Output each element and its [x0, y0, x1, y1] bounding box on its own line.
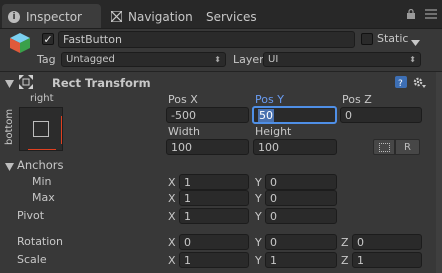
rect-transform-title: Rect Transform: [52, 76, 151, 90]
rect-transform-icon: [18, 74, 34, 90]
tab-navigation-label: Navigation: [128, 9, 193, 24]
anchor-min-x-label: X: [168, 176, 176, 189]
scale-y-field[interactable]: 1: [265, 252, 337, 268]
anchor-max-y-label: Y: [255, 192, 262, 205]
scale-x-field[interactable]: 1: [179, 252, 249, 268]
anchor-preset-bottom-line: [28, 149, 56, 150]
tag-label: Tag: [37, 53, 56, 66]
blueprint-icon: [378, 142, 390, 152]
layer-dropdown[interactable]: UI ⬍: [263, 52, 421, 67]
anchor-preset-rect-icon: [33, 121, 49, 137]
tab-menu-icon[interactable]: [425, 9, 437, 22]
pivot-x-field[interactable]: 1: [179, 208, 249, 224]
tab-services-label: Services: [206, 9, 257, 24]
height-field[interactable]: 100: [253, 139, 337, 155]
active-checkbox[interactable]: ✓: [42, 33, 54, 45]
help-book-icon[interactable]: ?: [395, 76, 407, 89]
tab-bar-divider: [0, 28, 442, 29]
scale-y-label: Y: [255, 254, 262, 267]
gameobject-name-field[interactable]: FastButton: [58, 31, 355, 48]
pos-y-label: Pos Y: [255, 93, 284, 106]
rect-transform-foldout-icon[interactable]: [5, 78, 14, 91]
rotation-x-label: X: [168, 236, 176, 249]
tag-value: Untagged: [66, 54, 115, 65]
pos-y-field[interactable]: 50: [252, 106, 337, 124]
info-icon: i: [8, 10, 20, 23]
navigation-icon: [110, 10, 123, 23]
anchor-preset-top-label: right: [30, 93, 54, 104]
tab-navigation[interactable]: Navigation: [105, 4, 200, 29]
anchors-foldout-icon[interactable]: [5, 161, 14, 174]
scrollbar[interactable]: [436, 72, 442, 273]
width-label: Width: [168, 125, 200, 138]
anchor-min-y-field[interactable]: 0: [265, 174, 337, 190]
tab-services[interactable]: Services: [200, 4, 260, 29]
pivot-label: Pivot: [17, 209, 45, 222]
rotation-x-field[interactable]: 0: [179, 234, 249, 250]
pos-x-field[interactable]: -500: [166, 107, 249, 123]
anchor-max-x-field[interactable]: 1: [179, 190, 249, 206]
anchor-min-y-label: Y: [255, 176, 262, 189]
tag-dropdown[interactable]: Untagged ⬍: [61, 52, 226, 67]
anchor-min-x-field[interactable]: 1: [179, 174, 249, 190]
tag-dropdown-arrow-icon: ⬍: [214, 55, 221, 64]
layer-value: UI: [268, 54, 279, 65]
pivot-x-label: X: [168, 210, 176, 223]
pos-y-value: 50: [258, 108, 274, 122]
scale-z-field[interactable]: 1: [352, 252, 422, 268]
anchor-min-label: Min: [32, 175, 52, 188]
width-field[interactable]: 100: [166, 139, 249, 155]
anchor-max-y-field[interactable]: 0: [265, 190, 337, 206]
gameobject-cube-icon: [8, 31, 32, 55]
pos-x-label: Pos X: [168, 93, 198, 106]
layer-label: Layer: [233, 53, 264, 66]
height-label: Height: [255, 125, 292, 138]
blueprint-mode-button[interactable]: [373, 139, 395, 155]
tab-inspector[interactable]: i Inspector: [2, 4, 101, 29]
component-settings-gear-icon[interactable]: [412, 75, 426, 92]
layer-dropdown-arrow-icon: ⬍: [409, 55, 416, 64]
rotation-z-label: Z: [341, 236, 349, 249]
scale-z-label: Z: [341, 254, 349, 267]
pos-z-label: Pos Z: [342, 93, 372, 106]
static-dropdown-icon[interactable]: [411, 36, 420, 49]
scale-x-label: X: [168, 254, 176, 267]
anchor-preset-right-line: [61, 116, 62, 144]
rotation-label: Rotation: [17, 235, 64, 248]
header-divider: [0, 71, 442, 72]
tab-inspector-label: Inspector: [26, 9, 82, 24]
anchors-label: Anchors: [17, 158, 64, 172]
pivot-y-label: Y: [255, 210, 262, 223]
static-label: Static: [377, 32, 409, 45]
anchor-max-x-label: X: [168, 192, 176, 205]
static-checkbox[interactable]: [361, 33, 373, 45]
svg-text:?: ?: [398, 79, 403, 88]
anchor-preset-button[interactable]: [19, 107, 63, 151]
scale-label: Scale: [17, 253, 47, 266]
pos-z-field[interactable]: 0: [340, 107, 422, 123]
lock-icon[interactable]: [406, 8, 416, 19]
rotation-z-field[interactable]: 0: [352, 234, 422, 250]
anchor-preset-side-label: bottom: [4, 108, 15, 145]
pivot-y-field[interactable]: 0: [265, 208, 337, 224]
rotation-y-field[interactable]: 0: [265, 234, 337, 250]
raw-edit-button[interactable]: R: [395, 139, 420, 155]
anchor-max-label: Max: [32, 191, 55, 204]
tab-bar: i Inspector Navigation Services: [0, 0, 442, 29]
rotation-y-label: Y: [255, 236, 262, 249]
